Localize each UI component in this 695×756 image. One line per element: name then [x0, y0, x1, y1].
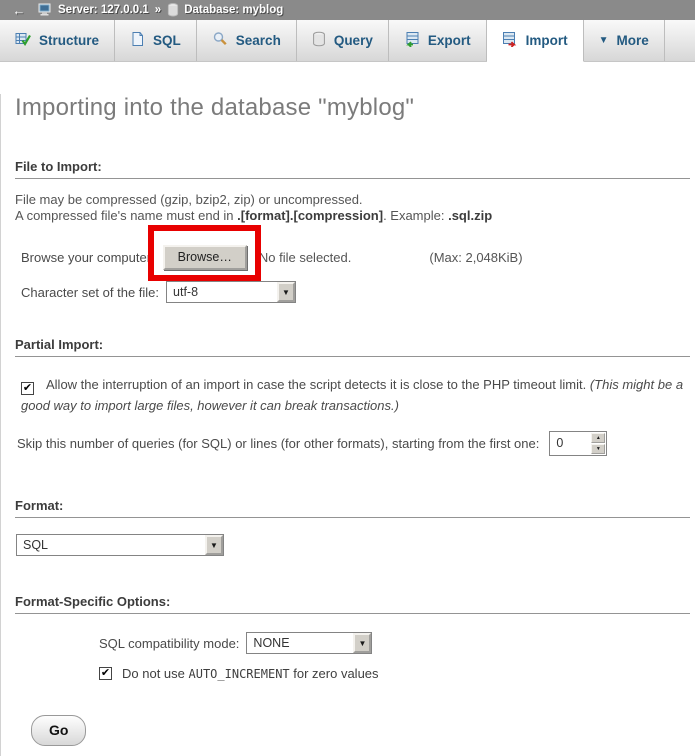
- sql-compatibility-label: SQL compatibility mode:: [99, 636, 239, 651]
- search-icon: [212, 31, 228, 50]
- tab-bar: Structure SQL Search Query Export Import…: [0, 20, 695, 62]
- breadcrumb-database-label: Database: myblog: [184, 4, 283, 16]
- tab-more-label: More: [617, 33, 649, 48]
- spinner-up-icon[interactable]: ▲: [591, 433, 605, 443]
- zero-values-row: ✔ Do not use AUTO_INCREMENT for zero val…: [99, 666, 690, 681]
- browse-button[interactable]: Browse…: [163, 245, 247, 270]
- section-title-partial-import: Partial Import:: [15, 337, 690, 357]
- spinner-down-icon[interactable]: ▼: [591, 444, 605, 454]
- zero-values-label: Do not use AUTO_INCREMENT for zero value…: [122, 666, 379, 681]
- tab-bar-filler: [665, 20, 695, 61]
- allow-interruption-checkbox[interactable]: ✔: [21, 382, 34, 395]
- tab-import-label: Import: [526, 33, 568, 48]
- format-select[interactable]: SQL ▼: [16, 534, 224, 556]
- browse-row: Browse your computer: Browse… No file se…: [21, 245, 690, 270]
- go-button[interactable]: Go: [31, 715, 86, 746]
- tab-query[interactable]: Query: [297, 20, 389, 61]
- format-select-value: SQL: [17, 535, 205, 555]
- section-title-file-to-import: File to Import:: [15, 159, 690, 179]
- server-breadcrumb-bar: ← Server: 127.0.0.1 » Database: myblog: [0, 0, 695, 20]
- tab-import[interactable]: Import: [487, 20, 584, 62]
- zero-values-checkbox[interactable]: ✔: [99, 667, 112, 680]
- tab-search[interactable]: Search: [197, 20, 297, 61]
- tab-export[interactable]: Export: [389, 20, 487, 61]
- browse-label: Browse your computer:: [21, 250, 155, 265]
- charset-label: Character set of the file:: [21, 285, 159, 300]
- skip-queries-value: 0: [550, 432, 590, 455]
- breadcrumb-server[interactable]: Server: 127.0.0.1: [38, 3, 149, 17]
- charset-select-arrow-icon[interactable]: ▼: [277, 282, 295, 302]
- skip-queries-input[interactable]: 0 ▲ ▼: [549, 431, 607, 456]
- max-size-note: (Max: 2,048KiB): [429, 250, 522, 265]
- back-arrow-icon[interactable]: ←: [6, 3, 32, 18]
- file-name-rule-mid: . Example:: [383, 208, 448, 223]
- allow-interruption-label: Allow the interruption of an import in c…: [46, 377, 590, 392]
- tab-structure[interactable]: Structure: [0, 20, 115, 61]
- tab-sql-label: SQL: [153, 33, 181, 48]
- file-name-rule-format: .[format].[compression]: [237, 208, 383, 223]
- page-title: Importing into the database "myblog": [15, 94, 695, 122]
- file-name-rule-example: .sql.zip: [448, 208, 492, 223]
- section-title-format: Format:: [15, 498, 690, 518]
- format-select-arrow-icon[interactable]: ▼: [205, 535, 223, 555]
- zero-values-prefix: Do not use: [122, 666, 189, 681]
- charset-row: Character set of the file: utf-8 ▼: [21, 281, 690, 303]
- tab-structure-label: Structure: [39, 33, 99, 48]
- charset-select-value: utf-8: [167, 282, 277, 302]
- sql-icon: [130, 31, 145, 50]
- import-page: Importing into the database "myblog" Fil…: [0, 94, 695, 756]
- tab-more[interactable]: ▼ More: [584, 20, 665, 61]
- skip-queries-label: Skip this number of queries (for SQL) or…: [17, 436, 539, 451]
- section-title-format-specific: Format-Specific Options:: [15, 594, 690, 614]
- tab-export-label: Export: [428, 33, 471, 48]
- sql-compatibility-value: NONE: [247, 633, 353, 653]
- file-name-rule-prefix: A compressed file's name must end in: [15, 208, 237, 223]
- sql-compatibility-select[interactable]: NONE ▼: [246, 632, 372, 654]
- file-compress-help: File may be compressed (gzip, bzip2, zip…: [15, 192, 690, 224]
- query-icon: [312, 31, 326, 50]
- import-icon: [502, 31, 518, 50]
- zero-values-suffix: for zero values: [290, 666, 379, 681]
- sql-compatibility-row: SQL compatibility mode: NONE ▼: [99, 632, 690, 654]
- server-icon: [38, 3, 53, 17]
- allow-interruption-row: ✔ Allow the interruption of an import in …: [21, 374, 685, 416]
- breadcrumb-server-label: Server: 127.0.0.1: [58, 4, 149, 16]
- chevron-down-icon: ▼: [599, 35, 609, 46]
- export-icon: [404, 31, 420, 50]
- tab-sql[interactable]: SQL: [115, 20, 197, 61]
- tab-search-label: Search: [236, 33, 281, 48]
- browse-button-wrap: Browse…: [163, 245, 247, 270]
- charset-select[interactable]: utf-8 ▼: [166, 281, 296, 303]
- skip-queries-spinner: ▲ ▼: [590, 432, 606, 455]
- structure-icon: [15, 31, 31, 50]
- skip-queries-row: Skip this number of queries (for SQL) or…: [17, 431, 690, 456]
- breadcrumb-separator: »: [155, 4, 161, 16]
- zero-values-code: AUTO_INCREMENT: [189, 667, 290, 681]
- sql-compatibility-arrow-icon[interactable]: ▼: [353, 633, 371, 653]
- database-icon: [167, 3, 179, 17]
- no-file-selected-text: No file selected.: [259, 250, 352, 265]
- file-compress-line1: File may be compressed (gzip, bzip2, zip…: [15, 192, 363, 207]
- tab-query-label: Query: [334, 33, 373, 48]
- breadcrumb-database[interactable]: Database: myblog: [167, 3, 283, 17]
